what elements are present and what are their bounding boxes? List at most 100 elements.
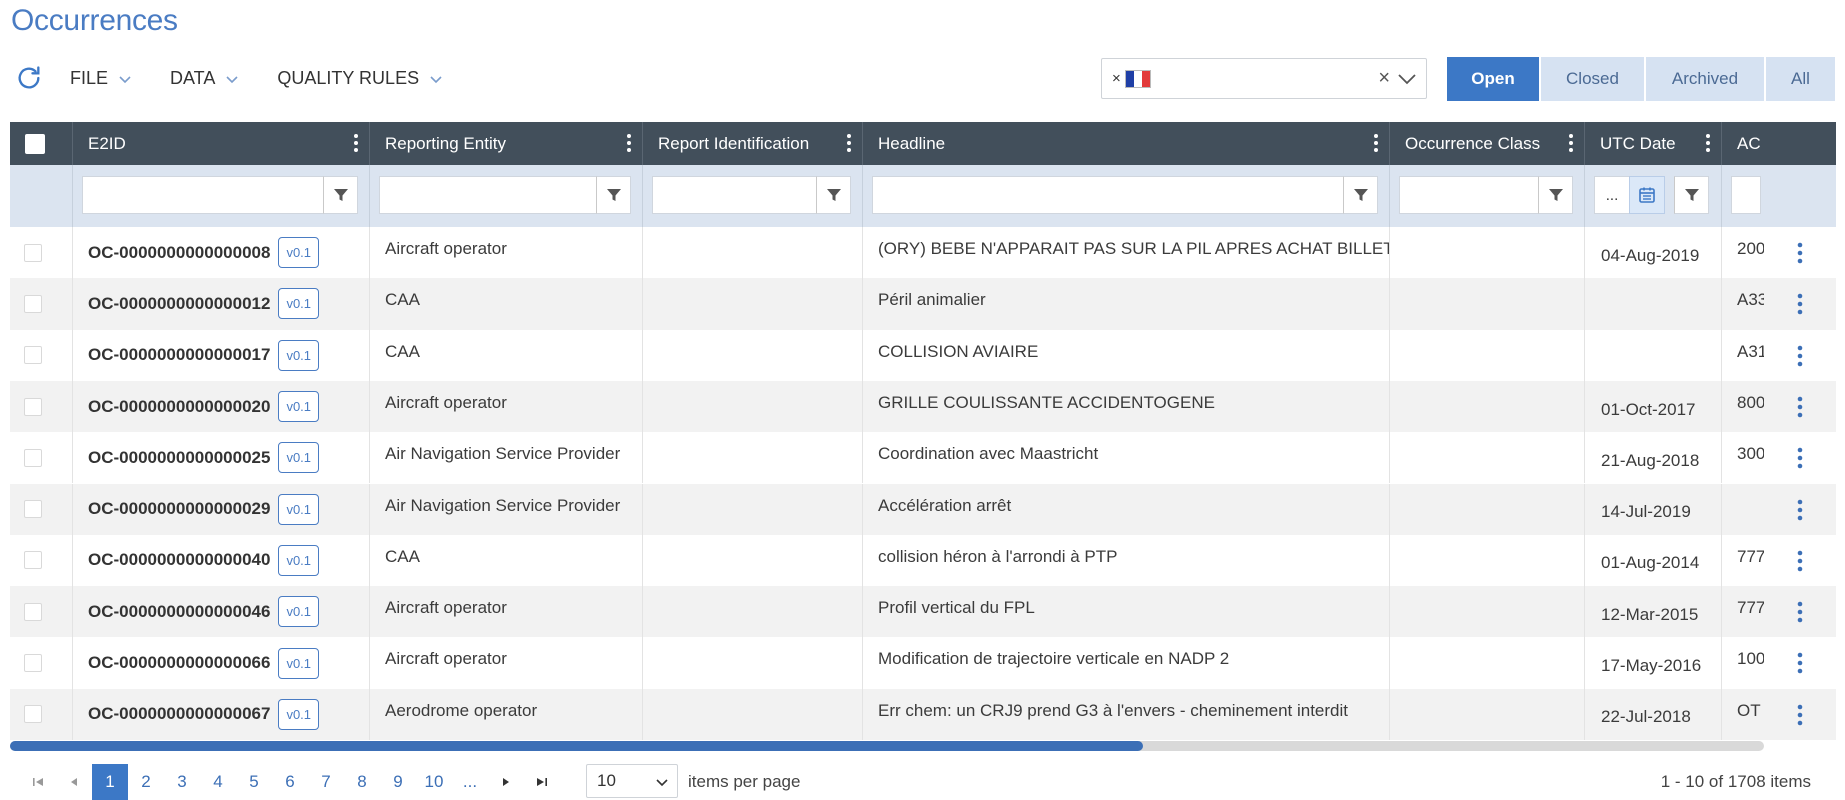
clear-icon[interactable]: × [1378, 67, 1390, 90]
e2id-link[interactable]: OC-0000000000000067 [88, 704, 270, 724]
page-7[interactable]: 7 [308, 764, 344, 800]
e2id-link[interactable]: OC-0000000000000017 [88, 345, 270, 365]
e2id-link[interactable]: OC-0000000000000008 [88, 243, 270, 263]
row-menu-icon[interactable] [1797, 499, 1803, 521]
row-checkbox[interactable] [24, 602, 42, 621]
row-checkbox[interactable] [24, 654, 42, 673]
table-row[interactable]: OC-0000000000000067 v0.1 Aerodrome operat… [10, 688, 1836, 740]
row-checkbox[interactable] [24, 705, 42, 724]
last-page-icon[interactable] [524, 764, 560, 800]
header-utc-date[interactable]: UTC Date [1585, 122, 1722, 165]
filter-icon[interactable] [323, 176, 358, 214]
table-row[interactable]: OC-0000000000000008 v0.1 Aircraft operato… [10, 227, 1836, 279]
filter-icon[interactable] [1343, 176, 1378, 214]
file-menu[interactable]: FILE [70, 68, 132, 89]
tab-closed[interactable]: Closed [1541, 57, 1644, 101]
e2id-link[interactable]: OC-0000000000000025 [88, 448, 270, 468]
table-row[interactable]: OC-0000000000000025 v0.1 Air Navigation S… [10, 432, 1836, 484]
row-checkbox[interactable] [24, 448, 42, 467]
filter-icon[interactable] [1538, 176, 1573, 214]
column-menu-icon[interactable] [846, 133, 852, 153]
reporting-entity-filter-input[interactable] [379, 176, 597, 214]
ac-filter-input[interactable] [1731, 176, 1761, 214]
page-8[interactable]: 8 [344, 764, 380, 800]
row-checkbox[interactable] [24, 551, 42, 570]
row-checkbox[interactable] [24, 346, 42, 365]
version-badge[interactable]: v0.1 [278, 698, 320, 730]
page-more[interactable]: ... [452, 764, 488, 800]
column-menu-icon[interactable] [353, 133, 359, 153]
refresh-icon[interactable] [14, 63, 44, 93]
header-occurrence-class[interactable]: Occurrence Class [1390, 122, 1585, 165]
row-menu-icon[interactable] [1797, 652, 1803, 674]
row-menu-icon[interactable] [1797, 242, 1803, 264]
report-identification-filter-input[interactable] [652, 176, 817, 214]
row-menu-icon[interactable] [1797, 293, 1803, 315]
select-all-checkbox[interactable] [25, 133, 45, 154]
table-row[interactable]: OC-0000000000000040 v0.1 CAA collision hé… [10, 534, 1836, 587]
row-checkbox[interactable] [24, 500, 42, 519]
first-page-icon[interactable] [20, 764, 56, 800]
page-6[interactable]: 6 [272, 764, 308, 800]
table-row[interactable]: OC-0000000000000046 v0.1 Aircraft operato… [10, 586, 1836, 638]
horizontal-scrollbar[interactable] [10, 741, 1764, 751]
e2id-link[interactable]: OC-0000000000000012 [88, 294, 270, 314]
version-badge[interactable]: v0.1 [278, 647, 320, 679]
header-ac[interactable]: AC [1722, 122, 1836, 165]
version-badge[interactable]: v0.1 [278, 596, 320, 628]
e2id-link[interactable]: OC-0000000000000029 [88, 499, 270, 519]
header-reporting-entity[interactable]: Reporting Entity [370, 122, 643, 165]
occurrence-class-filter-input[interactable] [1399, 176, 1539, 214]
next-page-icon[interactable] [488, 764, 524, 800]
row-menu-icon[interactable] [1797, 447, 1803, 469]
e2id-filter-input[interactable] [82, 176, 324, 214]
row-checkbox[interactable] [24, 243, 42, 262]
table-row[interactable]: OC-0000000000000029 v0.1 Air Navigation S… [10, 483, 1836, 535]
calendar-icon[interactable] [1629, 176, 1665, 214]
page-10[interactable]: 10 [416, 764, 452, 800]
data-menu[interactable]: DATA [170, 68, 239, 89]
e2id-link[interactable]: OC-0000000000000046 [88, 602, 270, 622]
row-menu-icon[interactable] [1797, 704, 1803, 726]
row-menu-icon[interactable] [1797, 345, 1803, 367]
country-multiselect[interactable]: × × [1101, 58, 1427, 99]
column-menu-icon[interactable] [1705, 133, 1711, 153]
row-checkbox[interactable] [24, 294, 42, 313]
version-badge[interactable]: v0.1 [278, 288, 320, 320]
scrollbar-thumb[interactable] [10, 741, 1143, 751]
row-menu-icon[interactable] [1797, 396, 1803, 418]
column-menu-icon[interactable] [1373, 133, 1379, 153]
table-row[interactable]: OC-0000000000000012 v0.1 CAA Péril animal… [10, 278, 1836, 330]
prev-page-icon[interactable] [56, 764, 92, 800]
items-per-page-select[interactable]: 10 [586, 764, 678, 798]
version-badge[interactable]: v0.1 [278, 339, 320, 371]
tab-open[interactable]: Open [1447, 57, 1539, 101]
page-9[interactable]: 9 [380, 764, 416, 800]
e2id-link[interactable]: OC-0000000000000066 [88, 653, 270, 673]
date-filter-input[interactable]: ... [1594, 176, 1630, 214]
version-badge[interactable]: v0.1 [278, 442, 320, 474]
headline-filter-input[interactable] [872, 176, 1344, 214]
row-checkbox[interactable] [24, 397, 42, 416]
e2id-link[interactable]: OC-0000000000000040 [88, 550, 270, 570]
column-menu-icon[interactable] [1568, 133, 1574, 153]
chevron-down-icon[interactable] [1396, 70, 1418, 88]
page-4[interactable]: 4 [200, 764, 236, 800]
filter-icon[interactable] [1674, 176, 1709, 214]
filter-icon[interactable] [816, 176, 851, 214]
page-1[interactable]: 1 [92, 764, 128, 800]
header-e2id[interactable]: E2ID [73, 122, 370, 165]
tab-archived[interactable]: Archived [1646, 57, 1764, 101]
page-2[interactable]: 2 [128, 764, 164, 800]
chip-remove-icon[interactable]: × [1112, 70, 1121, 87]
tab-all[interactable]: All [1766, 57, 1835, 101]
version-badge[interactable]: v0.1 [278, 493, 320, 525]
header-headline[interactable]: Headline [863, 122, 1390, 165]
column-menu-icon[interactable] [626, 133, 632, 153]
header-report-identification[interactable]: Report Identification [643, 122, 863, 165]
table-row[interactable]: OC-0000000000000020 v0.1 Aircraft operato… [10, 380, 1836, 433]
page-3[interactable]: 3 [164, 764, 200, 800]
row-menu-icon[interactable] [1797, 601, 1803, 623]
e2id-link[interactable]: OC-0000000000000020 [88, 397, 270, 417]
quality-rules-menu[interactable]: QUALITY RULES [277, 68, 443, 89]
